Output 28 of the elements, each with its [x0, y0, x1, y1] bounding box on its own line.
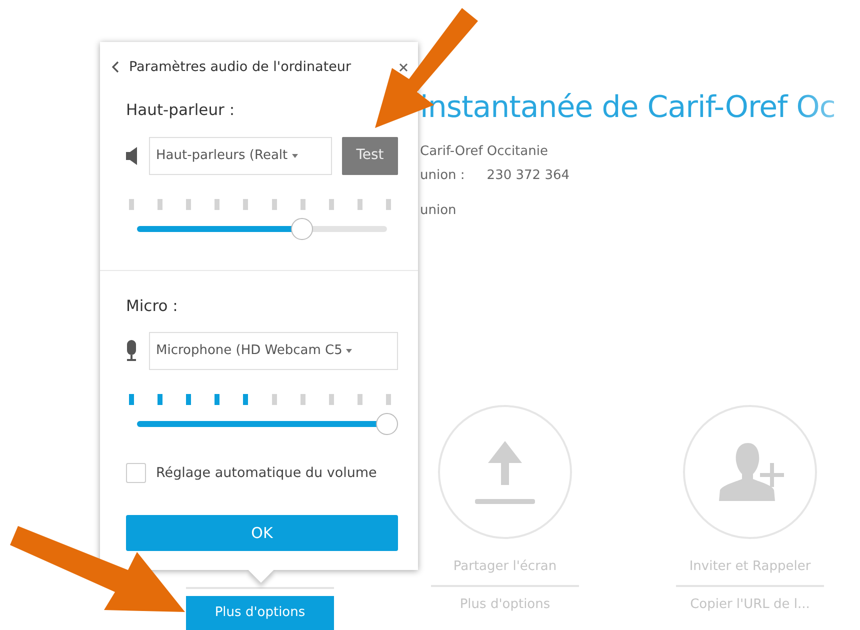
ok-button[interactable]: OK [126, 515, 398, 551]
popover-title: Paramètres audio de l'ordinateur [129, 58, 352, 77]
close-icon[interactable] [399, 62, 408, 72]
info-text: union [420, 202, 456, 220]
section-heading: Micro : [126, 296, 179, 316]
action-circle[interactable] [438, 405, 572, 539]
meeting-number: 230 372 364 [486, 166, 570, 184]
speaker-icon [126, 146, 137, 164]
more-options-link[interactable]: Copier l'URL de l... [690, 595, 810, 614]
slider-thumb[interactable] [291, 218, 313, 240]
device-dropdown[interactable]: Microphone (HD Webcam C5 [149, 332, 398, 370]
checkbox[interactable] [126, 462, 146, 483]
more-options-link[interactable]: Plus d'options [460, 595, 550, 614]
checkbox-label: Réglage automatique du volume [156, 464, 377, 483]
test-button[interactable]: Test [342, 136, 398, 174]
back-icon[interactable] [112, 61, 120, 74]
section-heading: Haut-parleur : [126, 100, 236, 122]
device-dropdown[interactable]: Haut-parleurs (Realt [149, 136, 332, 174]
meeting-title: instantanée de Carif-Oref Oc [420, 89, 836, 127]
slider-thumb[interactable] [376, 412, 398, 435]
action-label[interactable]: Partager l'écran [453, 557, 557, 579]
info-text: Carif-Oref Occitanie [420, 143, 548, 161]
field-label: union : [420, 166, 465, 184]
share-screen-icon [475, 439, 535, 505]
more-options-button[interactable]: Plus d'options [186, 596, 334, 630]
action-circle[interactable] [683, 405, 817, 539]
action-label[interactable]: Inviter et Rappeler [689, 557, 811, 579]
microphone-icon [126, 340, 137, 362]
